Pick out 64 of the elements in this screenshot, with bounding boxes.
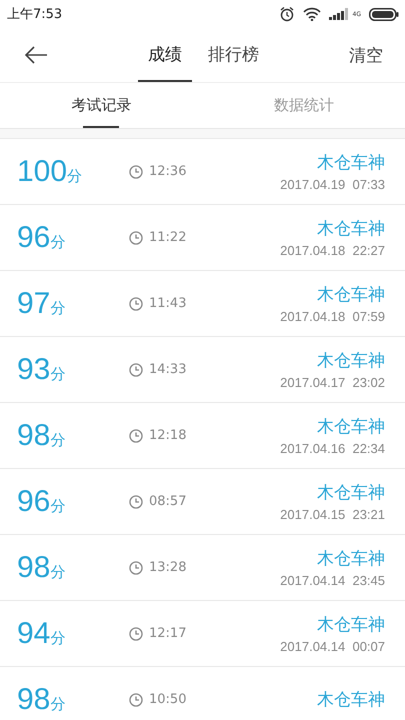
record-row[interactable]: 94分 12:17 木仓车神 2017.04.14 00:07 [0,601,405,667]
record-row[interactable]: 98分 10:50 木仓车神 [0,667,405,720]
user-name: 木仓车神 [317,482,385,504]
duration-text: 12:36 [149,164,186,179]
duration-text: 11:43 [149,296,186,311]
score-text: 98分 [17,682,66,716]
clock-icon [129,626,143,640]
tab[interactable]: 排行榜 [198,28,269,82]
record-row[interactable]: 93分 14:33 木仓车神 2017.04.17 23:02 [0,337,405,403]
score-text: 93分 [17,352,66,386]
user-name: 木仓车神 [317,152,385,174]
user-name: 木仓车神 [317,218,385,240]
clock-icon [129,560,143,574]
alarm-clock-icon [278,6,295,22]
duration-text: 10:50 [149,692,186,707]
back-arrow-icon [24,46,48,64]
record-row[interactable]: 96分 11:22 木仓车神 2017.04.18 22:27 [0,205,405,271]
tab[interactable]: 考试记录 [0,83,202,128]
score-text: 97分 [17,286,66,320]
tab[interactable]: 数据统计 [202,83,405,128]
record-row[interactable]: 100分 12:36 木仓车神 2017.04.19 07:33 [0,139,405,205]
duration-text: 12:18 [149,428,186,443]
status-time: 上午7:53 [7,6,62,23]
user-name: 木仓车神 [317,614,385,636]
battery-icon [369,8,399,20]
score-text: 98分 [17,550,66,584]
clock-icon [129,494,143,508]
date-time: 2017.04.14 00:07 [280,639,385,654]
date-time: 2017.04.14 23:45 [280,573,385,588]
user-name: 木仓车神 [317,350,385,372]
score-text: 94分 [17,616,66,650]
signal-icon [328,8,351,20]
user-name: 木仓车神 [317,416,385,438]
score-text: 96分 [17,220,66,254]
wifi-icon [302,7,321,21]
tab[interactable]: 成绩 [138,28,192,82]
duration-text: 13:28 [149,560,186,575]
duration-text: 14:33 [149,362,186,377]
user-name: 木仓车神 [317,689,385,711]
user-name: 木仓车神 [317,548,385,570]
clock-icon [129,692,143,706]
record-row[interactable]: 98分 13:28 木仓车神 2017.04.14 23:45 [0,535,405,601]
date-time: 2017.04.18 22:27 [280,243,385,258]
duration-text: 08:57 [149,494,186,509]
duration-text: 11:22 [149,230,186,245]
date-time: 2017.04.16 22:34 [280,441,385,456]
user-name: 木仓车神 [317,284,385,306]
date-time: 2017.04.19 07:33 [280,177,385,192]
date-time: 2017.04.17 23:02 [280,375,385,390]
clock-icon [129,296,143,310]
date-time: 2017.04.15 23:21 [280,507,385,522]
clear-button[interactable]: 清空 [345,40,387,70]
score-text: 96分 [17,484,66,518]
clock-icon [129,164,143,178]
score-text: 98分 [17,418,66,452]
duration-text: 12:17 [149,626,186,641]
clock-icon [129,230,143,244]
record-row[interactable]: 96分 08:57 木仓车神 2017.04.15 23:21 [0,469,405,535]
record-row[interactable]: 98分 12:18 木仓车神 2017.04.16 22:34 [0,403,405,469]
score-text: 100分 [17,154,84,188]
clock-icon [129,428,143,442]
clock-icon [129,362,143,376]
record-row[interactable]: 97分 11:43 木仓车神 2017.04.18 07:59 [0,271,405,337]
date-time: 2017.04.18 07:59 [280,309,385,324]
